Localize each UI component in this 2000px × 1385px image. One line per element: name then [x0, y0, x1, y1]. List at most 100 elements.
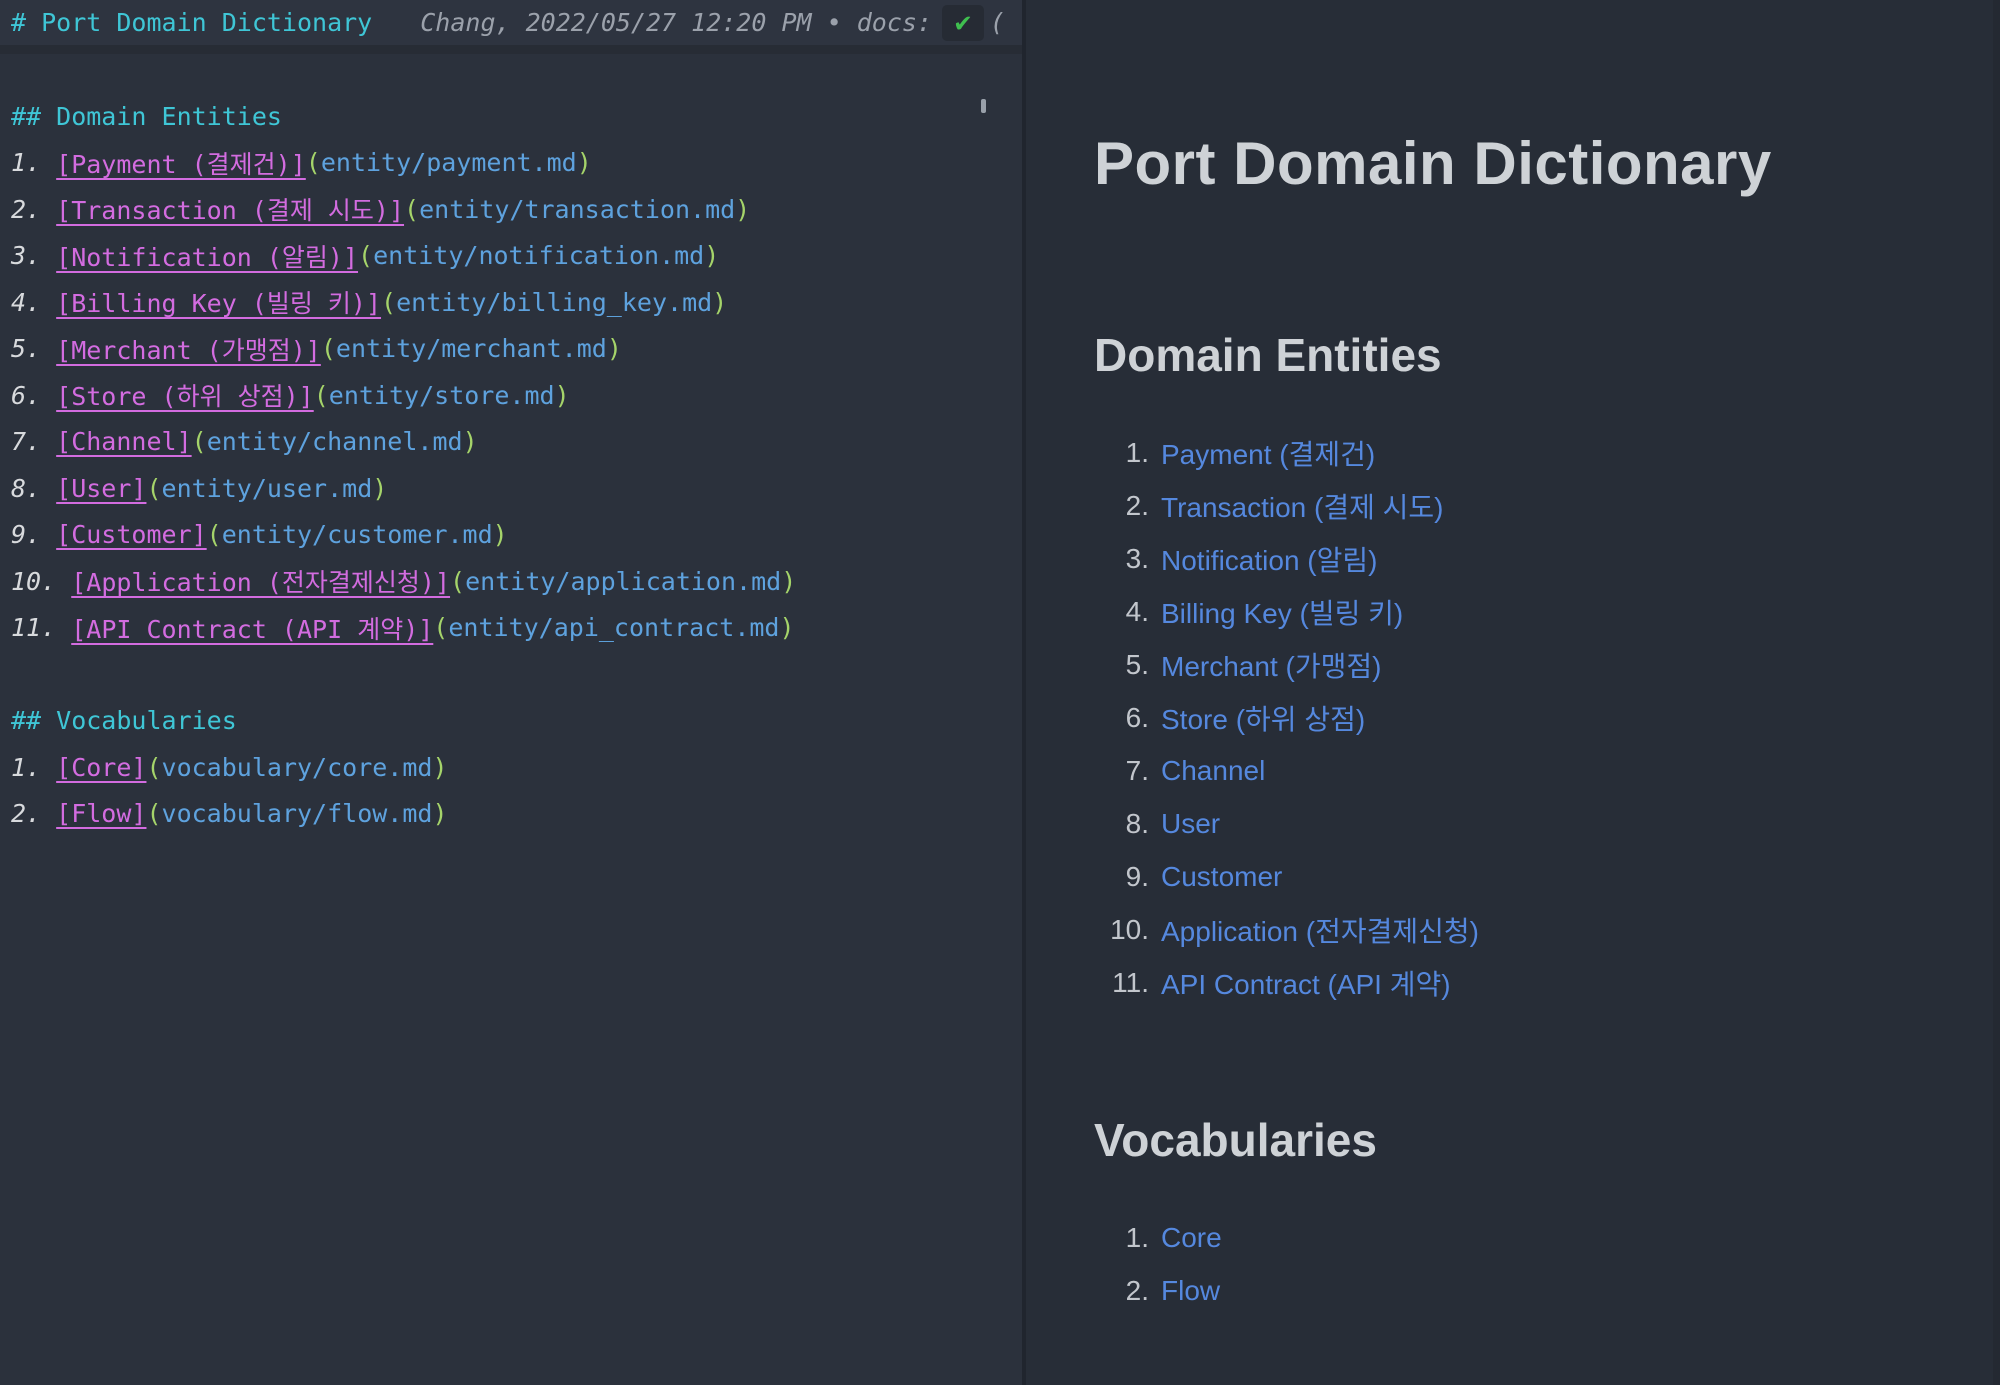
- list-number: 1.: [1125, 436, 1149, 468]
- open-paren: (: [191, 427, 207, 457]
- open-paren: (: [146, 799, 162, 829]
- link-target-path: entity/application.md: [465, 566, 782, 596]
- markdown-link[interactable]: [Channel]: [56, 427, 191, 456]
- list-number: 9.: [11, 520, 57, 550]
- entity-link[interactable]: Notification (알림): [1161, 539, 1377, 579]
- source-heading-vocabularies: ## Vocabularies: [11, 706, 237, 736]
- source-list-item: 1. [Core] ( vocabulary/core.md ): [11, 744, 1022, 791]
- link-target-path: entity/merchant.md: [335, 334, 607, 364]
- markdown-link[interactable]: [Flow]: [56, 799, 146, 828]
- entity-link[interactable]: API Contract (API 계약): [1161, 963, 1451, 1003]
- topbar-shadow: [0, 45, 1022, 54]
- entity-link[interactable]: Billing Key (빌링 키): [1161, 592, 1403, 632]
- source-list-vocabularies: 1. [Core] ( vocabulary/core.md ) 2. [Flo…: [11, 744, 1022, 837]
- link-target-path: entity/customer.md: [221, 520, 493, 550]
- list-number: 5.: [1125, 648, 1149, 680]
- link-target-path: entity/store.md: [328, 380, 555, 410]
- link-target-path: entity/payment.md: [320, 148, 577, 178]
- close-paren: ): [712, 287, 728, 317]
- markdown-link[interactable]: [Transaction (결제 시도)]: [56, 191, 404, 227]
- entity-link[interactable]: Channel: [1161, 755, 1265, 787]
- source-list-item: 9. [Customer] ( entity/customer.md ): [11, 512, 1022, 559]
- close-paren: ): [492, 520, 508, 550]
- link-target-path: entity/channel.md: [206, 427, 463, 457]
- preview-list-vocabularies: 1. Core 2. Flow: [1026, 1211, 2000, 1317]
- source-title-line: # Port Domain Dictionary: [11, 8, 373, 37]
- markdown-editor-window: # Port Domain Dictionary Chang, 2022/05/…: [0, 0, 2000, 1385]
- link-target-path: entity/user.md: [161, 473, 373, 503]
- source-list-item: 3. [Notification (알림)] ( entity/notifica…: [11, 233, 1022, 280]
- list-number: 8.: [1125, 807, 1149, 839]
- list-number: 11.: [1112, 966, 1149, 998]
- preview-list-item: 8. User: [1094, 797, 2000, 850]
- entity-link[interactable]: Store (하위 상점): [1161, 698, 1365, 738]
- scrollbar-thumb[interactable]: [981, 99, 986, 113]
- entity-link[interactable]: Merchant (가맹점): [1161, 645, 1381, 685]
- list-number: 2.: [1125, 489, 1149, 521]
- open-paren: (: [146, 752, 162, 782]
- markdown-link[interactable]: [Billing Key (빌링 키)]: [56, 284, 381, 320]
- source-list-item: 8. [User] ( entity/user.md ): [11, 465, 1022, 512]
- list-number: 11.: [11, 613, 72, 643]
- file-meta-text: Chang, 2022/05/27 12:20 PM • docs:: [420, 8, 932, 37]
- vocabulary-link[interactable]: Core: [1161, 1222, 1222, 1254]
- source-list-item: 5. [Merchant (가맹점)] ( entity/merchant.md…: [11, 326, 1022, 373]
- preview-title: Port Domain Dictionary: [1094, 130, 1772, 197]
- markdown-link[interactable]: [API Contract (API 계약)]: [71, 610, 433, 646]
- markdown-link[interactable]: [User]: [56, 474, 146, 503]
- list-number: 10.: [1110, 913, 1149, 945]
- markdown-link[interactable]: [Application (전자결제신청)]: [71, 563, 450, 599]
- entity-link[interactable]: Application (전자결제신청): [1161, 910, 1479, 950]
- list-number: 7.: [11, 427, 57, 457]
- source-list-item: 2. [Flow] ( vocabulary/flow.md ): [11, 791, 1022, 838]
- open-paren: (: [146, 473, 162, 503]
- entity-link[interactable]: Payment (결제건): [1161, 433, 1375, 473]
- close-paren: ): [576, 148, 592, 178]
- close-paren: ): [781, 566, 797, 596]
- markdown-link[interactable]: [Payment (결제건)]: [56, 145, 306, 181]
- list-number: 6.: [11, 380, 57, 410]
- preview-heading-vocabularies: Vocabularies: [1094, 1114, 1377, 1166]
- open-paren: (: [320, 334, 336, 364]
- source-pane[interactable]: # Port Domain Dictionary Chang, 2022/05/…: [0, 0, 1022, 1385]
- markdown-link[interactable]: [Store (하위 상점)]: [56, 377, 314, 413]
- list-number: 1.: [1125, 1221, 1149, 1253]
- list-number: 2.: [11, 799, 57, 829]
- source-list-item: 7. [Channel] ( entity/channel.md ): [11, 419, 1022, 466]
- close-paren: ): [432, 799, 448, 829]
- list-number: 5.: [11, 334, 57, 364]
- link-target-path: entity/billing_key.md: [396, 287, 713, 317]
- source-list-item: 6. [Store (하위 상점)] ( entity/store.md ): [11, 372, 1022, 419]
- entity-link[interactable]: Customer: [1161, 861, 1282, 893]
- open-paren: (: [305, 148, 321, 178]
- source-content[interactable]: ## Domain Entities 1. [Payment (결제건)] ( …: [11, 93, 1022, 837]
- preview-list-item: 11. API Contract (API 계약): [1094, 956, 2000, 1009]
- list-number: 4.: [11, 287, 57, 317]
- list-number: 3.: [11, 241, 57, 271]
- list-number: 8.: [11, 473, 57, 503]
- check-icon: ✔: [954, 7, 972, 38]
- source-list-item: 2. [Transaction (결제 시도)] ( entity/transa…: [11, 186, 1022, 233]
- list-number: 3.: [1125, 542, 1149, 574]
- vocabulary-link[interactable]: Flow: [1161, 1275, 1220, 1307]
- markdown-link[interactable]: [Notification (알림)]: [56, 238, 358, 274]
- preview-list-item: 3. Notification (알림): [1094, 532, 2000, 585]
- sync-status-chip: ✔: [941, 4, 984, 41]
- preview-pane[interactable]: Port Domain Dictionary Domain Entities 1…: [1026, 0, 2000, 1385]
- list-number: 6.: [1125, 701, 1149, 733]
- markdown-link[interactable]: [Core]: [56, 753, 146, 782]
- close-paren: ): [432, 752, 448, 782]
- open-paren: (: [313, 380, 329, 410]
- preview-heading-domain-entities: Domain Entities: [1094, 329, 1442, 381]
- entity-link[interactable]: Transaction (결제 시도): [1161, 486, 1444, 526]
- markdown-link[interactable]: [Merchant (가맹점)]: [56, 331, 321, 367]
- list-number: 2.: [11, 194, 57, 224]
- markdown-link[interactable]: [Customer]: [56, 520, 207, 549]
- link-target-path: vocabulary/core.md: [161, 752, 433, 782]
- preview-scrollbar-track[interactable]: [1993, 0, 2000, 1385]
- entity-link[interactable]: User: [1161, 808, 1220, 840]
- link-target-path: vocabulary/flow.md: [161, 799, 433, 829]
- close-paren: ): [554, 380, 570, 410]
- list-number: 10.: [11, 566, 72, 596]
